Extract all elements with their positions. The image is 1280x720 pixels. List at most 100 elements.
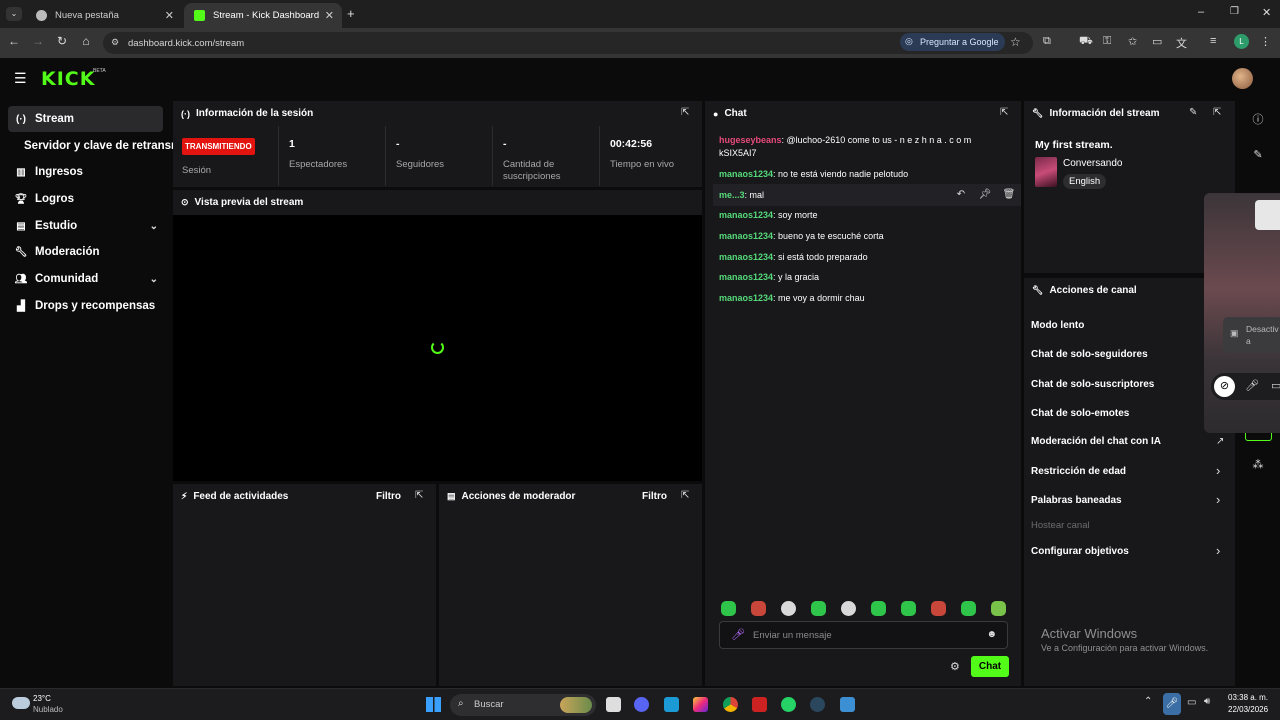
forward-icon[interactable]: → bbox=[29, 34, 47, 48]
app-icon[interactable] bbox=[752, 697, 767, 712]
close-tab-icon[interactable]: ✕ bbox=[165, 9, 174, 22]
camera-off-icon[interactable]: ⊘ bbox=[1214, 376, 1235, 397]
store-icon[interactable] bbox=[664, 697, 679, 712]
taskbar-search[interactable]: ⌕ Buscar bbox=[450, 694, 596, 716]
favorites-icon[interactable]: ✩ bbox=[1128, 35, 1137, 48]
emote-icon[interactable] bbox=[781, 601, 796, 616]
new-tab-icon[interactable]: + bbox=[347, 6, 355, 21]
filter-button[interactable]: Filtro bbox=[642, 491, 667, 502]
discord-icon[interactable] bbox=[634, 697, 649, 712]
tab-list-chevron-icon[interactable]: ⌄ bbox=[6, 7, 22, 21]
emote-icon[interactable] bbox=[841, 601, 856, 616]
task-view-icon[interactable] bbox=[606, 697, 621, 712]
clock-time[interactable]: 03:38 a. m. bbox=[1228, 693, 1268, 702]
back-icon[interactable]: ← bbox=[5, 34, 23, 48]
whatsapp-icon[interactable] bbox=[781, 697, 796, 712]
monitor-icon[interactable]: ▭ bbox=[1187, 697, 1196, 708]
chat-message[interactable]: manaos1234: soy morte bbox=[719, 209, 1009, 222]
instagram-icon[interactable] bbox=[693, 697, 708, 712]
camera-overlay[interactable]: ▣ Desactiv a ⊘ 🎤︎ ▭ bbox=[1204, 193, 1280, 433]
hamburger-menu-icon[interactable]: ☰ bbox=[14, 70, 27, 87]
emote-icon[interactable] bbox=[721, 601, 736, 616]
external-link-icon[interactable]: ↗ bbox=[1216, 436, 1224, 447]
kick-logo[interactable]: KICK bbox=[41, 68, 95, 90]
maximize-icon[interactable]: ❐ bbox=[1230, 6, 1239, 17]
close-window-icon[interactable]: ✕ bbox=[1262, 6, 1271, 19]
stream-category[interactable]: Conversando bbox=[1063, 158, 1122, 169]
chat-message[interactable]: manaos1234: me voy a dormir chau bbox=[719, 292, 1009, 305]
tray-chevron-icon[interactable]: ⌃ bbox=[1144, 696, 1152, 707]
emote-icon[interactable] bbox=[931, 601, 946, 616]
edit-pencil-icon[interactable]: ✎ bbox=[1189, 107, 1197, 118]
emote-icon[interactable] bbox=[991, 601, 1006, 616]
sidebar-item-logros[interactable]: 🏆︎ Logros bbox=[8, 186, 163, 212]
chrome-icon[interactable] bbox=[723, 697, 738, 712]
chat-username[interactable]: hugeseybeans bbox=[719, 135, 782, 145]
emote-icon[interactable] bbox=[811, 601, 826, 616]
user-avatar[interactable] bbox=[1232, 68, 1253, 89]
chat-message[interactable]: me...3: mal bbox=[719, 189, 1009, 202]
action-set-goals[interactable]: Configurar objetivos bbox=[1031, 546, 1129, 557]
emoji-icon[interactable]: ☻ bbox=[986, 629, 997, 640]
action-subscribers-only[interactable]: Chat de solo-suscriptores bbox=[1031, 379, 1154, 390]
chat-settings-icon[interactable]: ⚙ bbox=[950, 660, 960, 673]
chat-username[interactable]: manaos1234 bbox=[719, 293, 773, 303]
chat-input[interactable]: 🎤︎ Enviar un mensaje ☻ bbox=[719, 621, 1008, 649]
popout-icon[interactable]: ⇱ bbox=[681, 107, 689, 118]
sidebar-item-moderacion[interactable]: 🔧︎ Moderación bbox=[8, 239, 163, 265]
bookmark-star-icon[interactable]: ☆ bbox=[1010, 35, 1021, 49]
emote-icon[interactable] bbox=[751, 601, 766, 616]
info-icon[interactable]: ⓘ bbox=[1250, 111, 1266, 127]
chevron-right-icon[interactable]: › bbox=[1216, 492, 1220, 507]
chat-message[interactable]: manaos1234: no te está viendo nadie pelo… bbox=[719, 168, 1009, 181]
chat-message[interactable]: manaos1234: bueno ya te escuché corta bbox=[719, 230, 1009, 243]
sidebar-item-stream[interactable]: (·) Stream bbox=[8, 106, 163, 132]
chat-message[interactable]: hugeseybeans: @luchoo-2610 come to us - … bbox=[719, 134, 1009, 160]
minimize-icon[interactable]: – bbox=[1198, 6, 1204, 18]
chat-username[interactable]: me...3 bbox=[719, 190, 745, 200]
extension-key-icon[interactable]: ⚿ bbox=[1103, 35, 1111, 48]
action-banned-words[interactable]: Palabras baneadas bbox=[1031, 495, 1122, 506]
filter-button[interactable]: Filtro bbox=[376, 491, 401, 502]
translate-icon[interactable]: 文 bbox=[1176, 35, 1187, 51]
chat-username[interactable]: manaos1234 bbox=[719, 252, 773, 262]
ask-google-button[interactable]: ◎ Preguntar a Google bbox=[900, 33, 1005, 51]
start-windows-icon[interactable] bbox=[426, 697, 441, 712]
chevron-right-icon[interactable]: › bbox=[1216, 543, 1220, 558]
tablet-icon[interactable]: ▭ bbox=[1152, 35, 1162, 48]
photos-icon[interactable] bbox=[840, 697, 855, 712]
popout-icon[interactable]: ⇱ bbox=[1000, 107, 1008, 118]
chat-message[interactable]: manaos1234: y la gracia bbox=[719, 271, 1009, 284]
chat-message[interactable]: manaos1234: si está todo preparado bbox=[719, 251, 1009, 264]
action-emotes-only[interactable]: Chat de solo-emotes bbox=[1031, 408, 1129, 419]
popout-icon[interactable]: ⇱ bbox=[1213, 107, 1221, 118]
popout-icon[interactable]: ⇱ bbox=[681, 490, 689, 501]
screen-share-icon[interactable]: ▭ bbox=[1271, 379, 1280, 392]
microphone-icon[interactable]: 🎤︎ bbox=[731, 628, 745, 641]
site-info-icon[interactable]: ⚙ bbox=[111, 37, 119, 48]
steam-icon[interactable] bbox=[810, 697, 825, 712]
tab-kick-dashboard[interactable]: Stream - Kick Dashboard ✕ bbox=[184, 3, 342, 28]
camera-toggle-button[interactable]: ⊘ 🎤︎ ▭ bbox=[1211, 373, 1280, 400]
action-slow-mode[interactable]: Modo lento bbox=[1031, 320, 1084, 331]
address-bar[interactable]: ⚙ dashboard.kick.com/stream bbox=[103, 32, 1033, 54]
weather-temp[interactable]: 23°C bbox=[33, 694, 51, 703]
emote-icon[interactable] bbox=[961, 601, 976, 616]
overlay-button[interactable] bbox=[1255, 200, 1280, 230]
action-followers-only[interactable]: Chat de solo-seguidores bbox=[1031, 349, 1148, 360]
emote-icon[interactable] bbox=[901, 601, 916, 616]
volume-icon[interactable]: 🔊︎ bbox=[1204, 696, 1210, 707]
send-chat-button[interactable]: Chat bbox=[971, 656, 1009, 677]
sidebar-item-server-key[interactable]: Servidor y clave de retransm bbox=[19, 133, 179, 159]
sidebar-item-ingresos[interactable]: ▥ Ingresos bbox=[8, 159, 163, 185]
sidebar-item-estudio[interactable]: ▤ Estudio ⌄ bbox=[8, 213, 163, 239]
reload-icon[interactable]: ↻ bbox=[53, 34, 71, 48]
sidebar-item-drops[interactable]: ▟ Drops y recompensas bbox=[8, 293, 163, 319]
chevron-right-icon[interactable]: › bbox=[1216, 463, 1220, 478]
profile-avatar[interactable]: L bbox=[1234, 34, 1249, 49]
chat-username[interactable]: manaos1234 bbox=[719, 272, 773, 282]
reading-list-icon[interactable]: ≡ bbox=[1210, 35, 1216, 47]
chat-username[interactable]: manaos1234 bbox=[719, 231, 773, 241]
tab-new[interactable]: Nueva pestaña ✕ bbox=[26, 3, 182, 28]
chat-username[interactable]: manaos1234 bbox=[719, 210, 773, 220]
